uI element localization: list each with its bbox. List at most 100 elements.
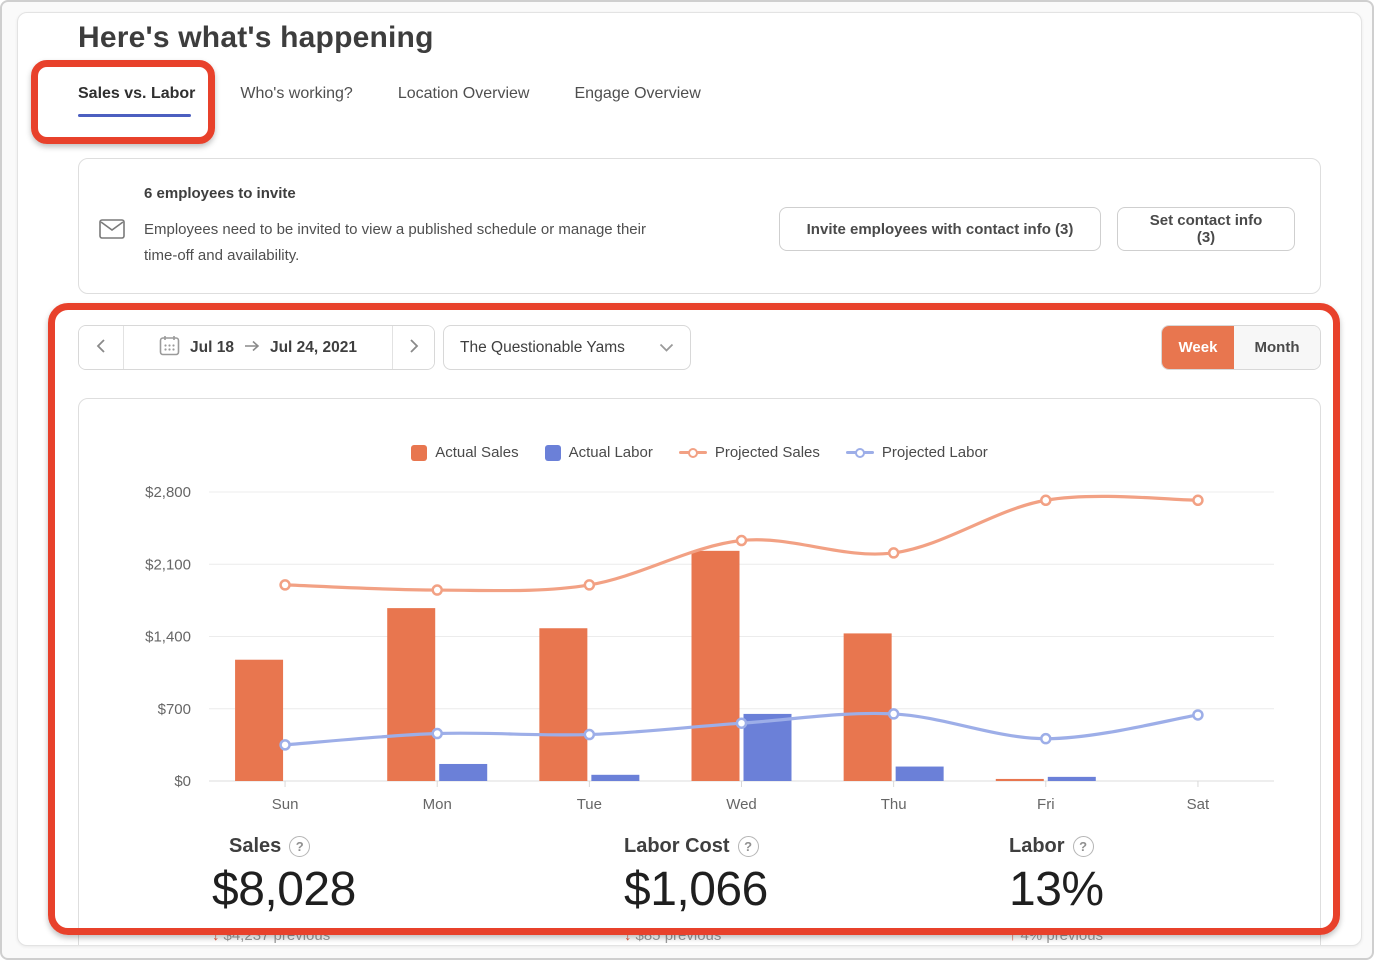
y-axis-label: $700 [158, 701, 191, 718]
projected-sales-point-tue [585, 580, 594, 589]
actual-sales-bar-tue [539, 628, 587, 781]
y-axis-label: $2,800 [145, 484, 191, 501]
stat-sales: Sales ? $8,028 ↓$4,237 previous [212, 835, 356, 944]
chevron-down-icon [659, 339, 674, 357]
tab-whos-working[interactable]: Who's working? [240, 85, 352, 117]
legend-swatch [679, 445, 707, 461]
tab-location-overview[interactable]: Location Overview [398, 85, 530, 117]
projected-sales-point-sat [1193, 496, 1202, 505]
legend-label: Projected Labor [882, 444, 988, 461]
date-range-display[interactable]: Jul 18 Jul 24, 2021 [124, 326, 392, 369]
projected-labor-point-mon [433, 729, 442, 738]
actual-labor-bar-mon [439, 764, 487, 781]
actual-labor-bar-tue [591, 775, 639, 781]
calendar-icon [159, 335, 180, 361]
sales-labor-chart: $0 $700 $1,400 $2,100 $2,800 Sun Mon Tue Wed Thu F… [79, 469, 1322, 819]
stat-labor-percent: Labor ? 13% ↑4% previous [1009, 835, 1104, 944]
page-title: Here's what's happening [78, 21, 434, 55]
stat-labor-percent-value: 13% [1009, 862, 1104, 917]
active-tab-underline [78, 114, 191, 117]
stat-sales-value: $8,028 [212, 862, 356, 917]
invite-employees-button[interactable]: Invite employees with contact info (3) [779, 207, 1101, 251]
help-icon[interactable]: ? [1073, 836, 1094, 857]
chart-legend: Actual Sales Actual Labor Projected Sales P… [79, 444, 1320, 461]
legend-item-projected-sales[interactable]: Projected Sales [679, 444, 820, 461]
invite-banner-body: Employees need to be invited to view a p… [144, 217, 669, 270]
help-icon[interactable]: ? [738, 836, 759, 857]
date-range-start: Jul 18 [190, 339, 234, 357]
team-selector-value: The Questionable Yams [460, 339, 625, 357]
legend-item-actual-labor[interactable]: Actual Labor [545, 444, 653, 461]
actual-sales-bar-wed [692, 551, 740, 781]
actual-sales-bar-fri [996, 779, 1044, 781]
legend-swatch [545, 445, 561, 461]
actual-sales-bar-mon [387, 608, 435, 781]
projected-sales-point-fri [1041, 496, 1050, 505]
stat-sales-label: Sales [229, 835, 281, 858]
arrow-right-icon [244, 339, 260, 357]
x-axis-label: Fri [1037, 796, 1055, 813]
team-selector-dropdown[interactable]: The Questionable Yams [443, 325, 691, 370]
toggle-week[interactable]: Week [1162, 326, 1234, 369]
stat-sales-previous: ↓$4,237 previous [212, 927, 356, 944]
envelope-icon [99, 219, 125, 244]
projected-labor-point-sun [281, 740, 290, 749]
invite-banner-title: 6 employees to invite [144, 185, 296, 202]
tab-bar: Sales vs. Labor Who's working? Location … [78, 85, 701, 117]
date-range-end: Jul 24, 2021 [270, 339, 357, 357]
stat-labor-percent-previous: ↑4% previous [1009, 927, 1104, 944]
stat-labor-cost-label: Labor Cost [624, 835, 730, 858]
projected-labor-point-thu [889, 709, 898, 718]
projected-sales-point-mon [433, 586, 442, 595]
legend-label: Actual Sales [435, 444, 518, 461]
dashboard-window: Here's what's happening Sales vs. Labor … [17, 12, 1362, 946]
x-axis-label: Thu [881, 796, 907, 813]
previous-week-button[interactable] [79, 326, 124, 369]
legend-label: Projected Sales [715, 444, 820, 461]
actual-sales-bar-thu [844, 633, 892, 781]
tab-engage-overview[interactable]: Engage Overview [574, 85, 700, 117]
x-axis-label: Wed [726, 796, 757, 813]
legend-item-projected-labor[interactable]: Projected Labor [846, 444, 988, 461]
stat-labor-cost-value: $1,066 [624, 862, 768, 917]
x-axis-label: Tue [577, 796, 602, 813]
projected-labor-point-fri [1041, 734, 1050, 743]
set-contact-info-button[interactable]: Set contact info (3) [1117, 207, 1295, 251]
projected-sales-point-thu [889, 548, 898, 557]
stat-labor-cost-previous: ↓$85 previous [624, 927, 768, 944]
help-icon[interactable]: ? [289, 836, 310, 857]
y-axis-label: $0 [174, 773, 191, 790]
actual-labor-bar-fri [1048, 777, 1096, 781]
projected-sales-point-wed [737, 536, 746, 545]
projected-sales-point-sun [281, 580, 290, 589]
tab-label: Location Overview [398, 85, 530, 102]
actual-labor-bar-thu [896, 767, 944, 781]
date-range-navigator: Jul 18 Jul 24, 2021 [78, 325, 435, 370]
next-week-button[interactable] [392, 326, 434, 369]
invite-banner: 6 employees to invite Employees need to … [78, 158, 1321, 294]
projected-labor-point-tue [585, 730, 594, 739]
sales-labor-chart-card: Actual Sales Actual Labor Projected Sales P… [78, 398, 1321, 946]
chevron-left-icon [96, 338, 106, 357]
tab-sales-vs-labor[interactable]: Sales vs. Labor [78, 85, 195, 117]
trend-up-icon: ↑ [1009, 927, 1017, 944]
screenshot-frame: Here's what's happening Sales vs. Labor … [0, 0, 1374, 960]
x-axis-label: Mon [423, 796, 452, 813]
projected-labor-point-wed [737, 719, 746, 728]
x-axis-label: Sun [272, 796, 299, 813]
legend-swatch [411, 445, 427, 461]
chevron-right-icon [409, 338, 419, 357]
legend-item-actual-sales[interactable]: Actual Sales [411, 444, 518, 461]
y-axis-label: $2,100 [145, 556, 191, 573]
toggle-month[interactable]: Month [1234, 326, 1320, 369]
actual-sales-bar-sun [235, 660, 283, 781]
stat-labor-percent-label: Labor [1009, 835, 1065, 858]
trend-down-icon: ↓ [624, 927, 632, 944]
trend-down-icon: ↓ [212, 927, 220, 944]
stat-labor-cost: Labor Cost ? $1,066 ↓$85 previous [624, 835, 768, 944]
week-month-toggle: Week Month [1161, 325, 1321, 370]
tab-label: Sales vs. Labor [78, 85, 195, 102]
tab-label: Engage Overview [574, 85, 700, 102]
x-axis-label: Sat [1187, 796, 1210, 813]
y-axis-label: $1,400 [145, 629, 191, 646]
